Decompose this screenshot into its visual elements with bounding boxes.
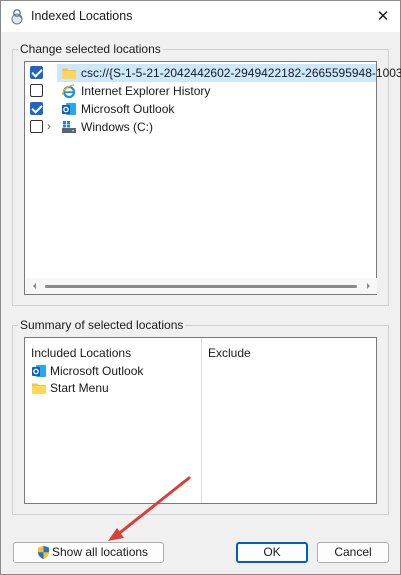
location-label: Windows (C:): [81, 120, 154, 134]
window-title: Indexed Locations: [31, 9, 133, 23]
location-label: csc://{S-1-5-21-2042442602-2949422182-26…: [81, 66, 401, 80]
included-location-label: Microsoft Outlook: [50, 364, 144, 378]
show-all-locations-label: Show all locations: [52, 545, 149, 559]
summary-list: Included Locations Exclude Microsoft Out…: [24, 337, 377, 504]
outlook-icon: [31, 363, 47, 379]
included-locations-header: Included Locations: [31, 346, 132, 360]
included-location-label: Start Menu: [50, 381, 109, 395]
indexed-locations-dialog: Indexed Locations ✕ Change selected loca…: [0, 0, 401, 575]
location-row[interactable]: Internet Explorer History: [25, 82, 376, 100]
outlook-icon: [61, 101, 77, 117]
location-row[interactable]: csc://{S-1-5-21-2042442602-2949422182-26…: [25, 64, 401, 82]
ok-label: OK: [263, 545, 281, 559]
summary-label: Summary of selected locations: [18, 318, 186, 332]
cancel-label: Cancel: [334, 545, 372, 559]
drive-icon: [61, 119, 77, 135]
location-row[interactable]: Microsoft Outlook: [25, 100, 376, 118]
location-checkbox[interactable]: [30, 66, 43, 79]
folder-icon: [61, 65, 77, 81]
cancel-button[interactable]: Cancel: [317, 542, 389, 563]
ok-button[interactable]: OK: [236, 542, 308, 563]
close-icon: ✕: [376, 8, 390, 25]
search-indexing-icon: [11, 9, 23, 25]
internet-explorer-icon: [61, 83, 77, 99]
scrollbar-thumb[interactable]: [45, 285, 357, 288]
expand-chevron-icon[interactable]: ›: [47, 119, 51, 133]
location-label: Internet Explorer History: [81, 84, 211, 98]
column-divider: [201, 338, 202, 503]
title-bar: Indexed Locations ✕: [1, 1, 400, 32]
location-checkbox[interactable]: [30, 120, 43, 133]
close-button[interactable]: ✕: [373, 7, 393, 27]
location-checkbox[interactable]: [30, 102, 43, 115]
location-checkbox[interactable]: [30, 84, 43, 97]
location-row[interactable]: › Windows (C:): [25, 118, 376, 136]
scroll-right-icon[interactable]: [363, 281, 373, 291]
show-all-locations-button[interactable]: Show all locations: [13, 542, 164, 563]
change-locations-label: Change selected locations: [18, 42, 163, 56]
uac-shield-icon: [38, 545, 49, 560]
folder-icon: [31, 380, 47, 396]
locations-tree[interactable]: csc://{S-1-5-21-2042442602-2949422182-26…: [24, 61, 401, 295]
horizontal-scrollbar[interactable]: [26, 278, 377, 294]
exclude-header: Exclude: [208, 346, 251, 360]
scroll-left-icon[interactable]: [30, 281, 40, 291]
location-label: Microsoft Outlook: [81, 102, 175, 116]
